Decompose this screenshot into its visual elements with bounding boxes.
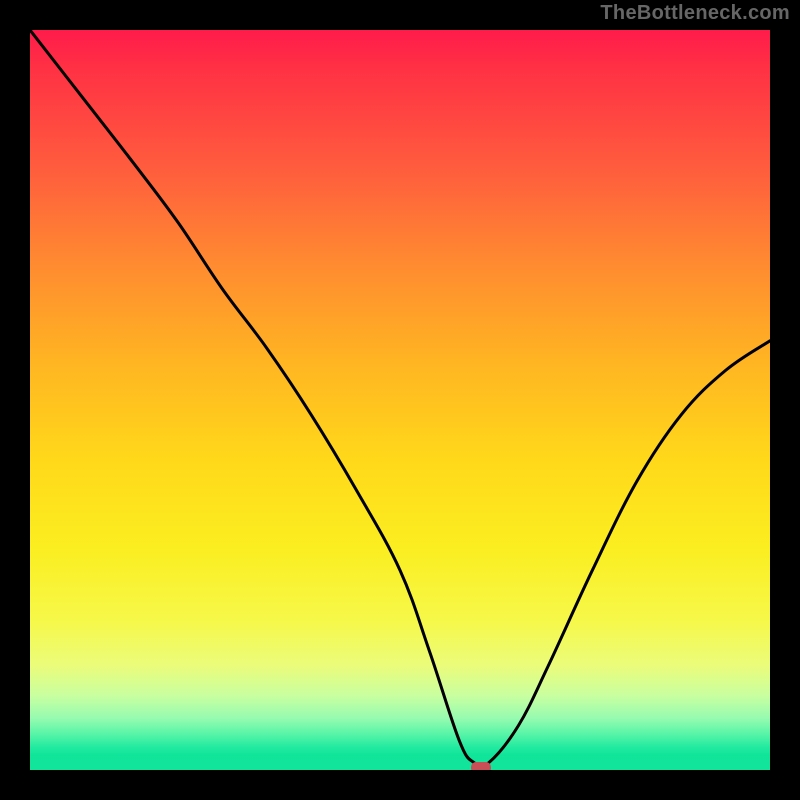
optimal-point-marker — [471, 762, 491, 770]
bottleneck-curve-svg — [30, 30, 770, 770]
chart-frame: TheBottleneck.com — [0, 0, 800, 800]
watermark-text: TheBottleneck.com — [600, 2, 790, 25]
plot-area — [30, 30, 770, 770]
bottleneck-curve-path — [30, 30, 770, 767]
